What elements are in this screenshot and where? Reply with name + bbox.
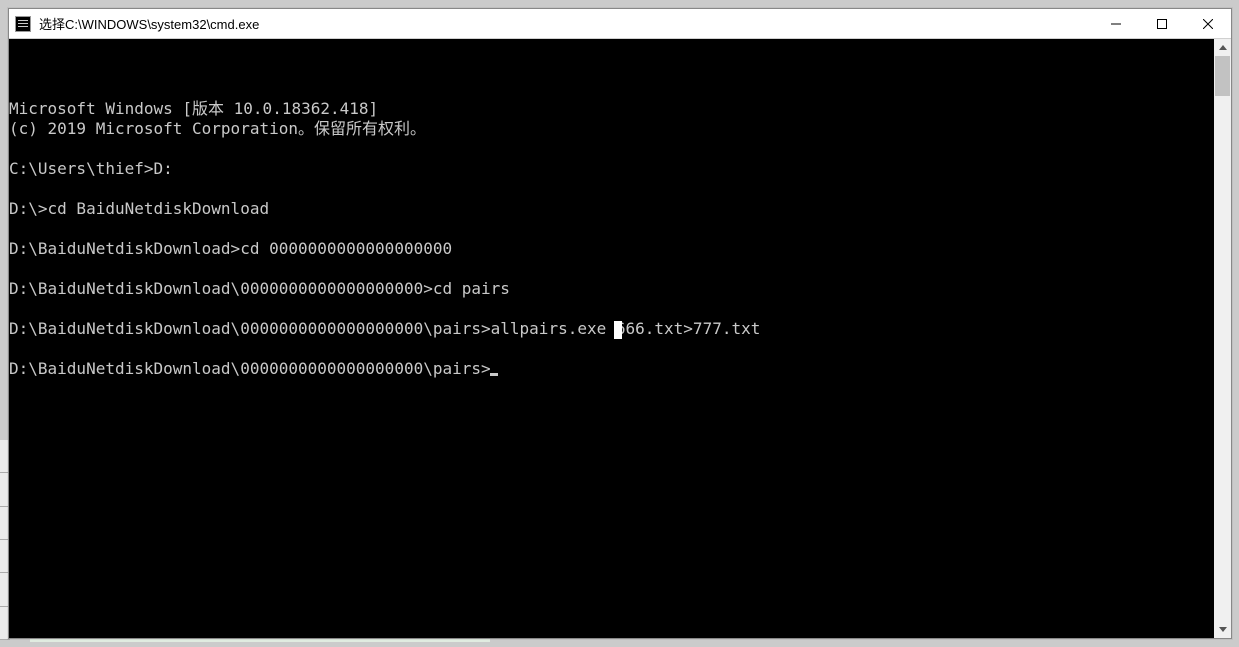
scroll-up-button[interactable] <box>1214 39 1231 56</box>
scroll-down-button[interactable] <box>1214 621 1231 638</box>
cmd-window: 选择C:\WINDOWS\system32\cmd.exe Microsoft … <box>8 8 1232 639</box>
cmd-app-icon <box>15 16 31 32</box>
terminal-line <box>9 339 1214 359</box>
terminal-line: (c) 2019 Microsoft Corporation。保留所有权利。 <box>9 119 1214 139</box>
terminal-area[interactable]: Microsoft Windows [版本 10.0.18362.418](c)… <box>9 39 1214 638</box>
terminal-line: D:\BaiduNetdiskDownload\0000000000000000… <box>9 279 1214 299</box>
window-title: 选择C:\WINDOWS\system32\cmd.exe <box>39 14 259 33</box>
window-controls <box>1093 9 1231 38</box>
terminal-line: D:\BaiduNetdiskDownload\0000000000000000… <box>9 359 1214 379</box>
selection-caret <box>614 321 622 339</box>
chevron-up-icon <box>1219 45 1227 50</box>
terminal-line: D:\BaiduNetdiskDownload\0000000000000000… <box>9 319 1214 339</box>
titlebar[interactable]: 选择C:\WINDOWS\system32\cmd.exe <box>9 9 1231 39</box>
text-cursor <box>490 373 498 376</box>
vertical-scrollbar[interactable] <box>1214 39 1231 638</box>
terminal-line <box>9 299 1214 319</box>
minimize-icon <box>1111 19 1121 29</box>
close-button[interactable] <box>1185 9 1231 38</box>
terminal-line: C:\Users\thief>D: <box>9 159 1214 179</box>
terminal-line <box>9 139 1214 159</box>
scroll-track[interactable] <box>1214 56 1231 621</box>
terminal-line: Microsoft Windows [版本 10.0.18362.418] <box>9 99 1214 119</box>
maximize-button[interactable] <box>1139 9 1185 38</box>
terminal-line <box>9 259 1214 279</box>
minimize-button[interactable] <box>1093 9 1139 38</box>
close-icon <box>1203 19 1213 29</box>
maximize-icon <box>1157 19 1167 29</box>
client-area: Microsoft Windows [版本 10.0.18362.418](c)… <box>9 39 1231 638</box>
terminal-line: D:\BaiduNetdiskDownload>cd 0000000000000… <box>9 239 1214 259</box>
terminal-line <box>9 179 1214 199</box>
terminal-line <box>9 219 1214 239</box>
terminal-line: D:\>cd BaiduNetdiskDownload <box>9 199 1214 219</box>
scroll-thumb[interactable] <box>1215 56 1230 96</box>
chevron-down-icon <box>1219 627 1227 632</box>
